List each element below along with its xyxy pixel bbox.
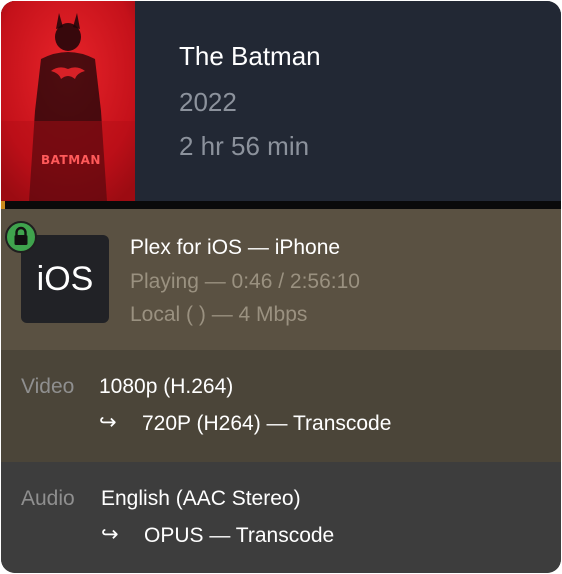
audio-source-format: English (AAC Stereo): [101, 487, 301, 510]
video-label: Video: [21, 375, 75, 398]
playback-progress-fill: [1, 201, 5, 209]
media-header: BATMAN The Batman 2022 2 hr 56 min: [1, 1, 561, 201]
video-stream-section: Video 1080p (H.264) ↪ 720P (H264) — Tran…: [1, 350, 561, 462]
player-section: iOS Plex for iOS — iPhone Playing — 0:46…: [1, 209, 561, 350]
movie-poster[interactable]: BATMAN: [1, 1, 135, 201]
media-duration: 2 hr 56 min: [179, 131, 310, 161]
now-playing-card[interactable]: BATMAN The Batman 2022 2 hr 56 min iOS P…: [1, 1, 561, 573]
player-name: Plex for iOS — iPhone: [130, 236, 341, 259]
audio-label: Audio: [21, 487, 75, 510]
playback-state: Playing — 0:46 / 2:56:10: [130, 270, 360, 293]
network-info: Local ( ) — 4 Mbps: [130, 303, 308, 326]
transcode-arrow-icon: ↪: [101, 523, 119, 546]
poster-logo-text: BATMAN: [41, 153, 101, 167]
media-title: The Batman: [179, 41, 321, 71]
media-year: 2022: [179, 87, 237, 117]
audio-stream-section: Audio English (AAC Stereo) ↪ OPUS — Tran…: [1, 462, 561, 573]
audio-target-format: OPUS — Transcode: [144, 524, 335, 547]
lock-icon: [5, 221, 37, 253]
video-target-format: 720P (H264) — Transcode: [142, 412, 392, 435]
video-source-format: 1080p (H.264): [99, 375, 234, 398]
poster-art: [1, 1, 135, 201]
transcode-arrow-icon: ↪: [99, 411, 117, 434]
playback-progress-bar[interactable]: [1, 201, 561, 209]
